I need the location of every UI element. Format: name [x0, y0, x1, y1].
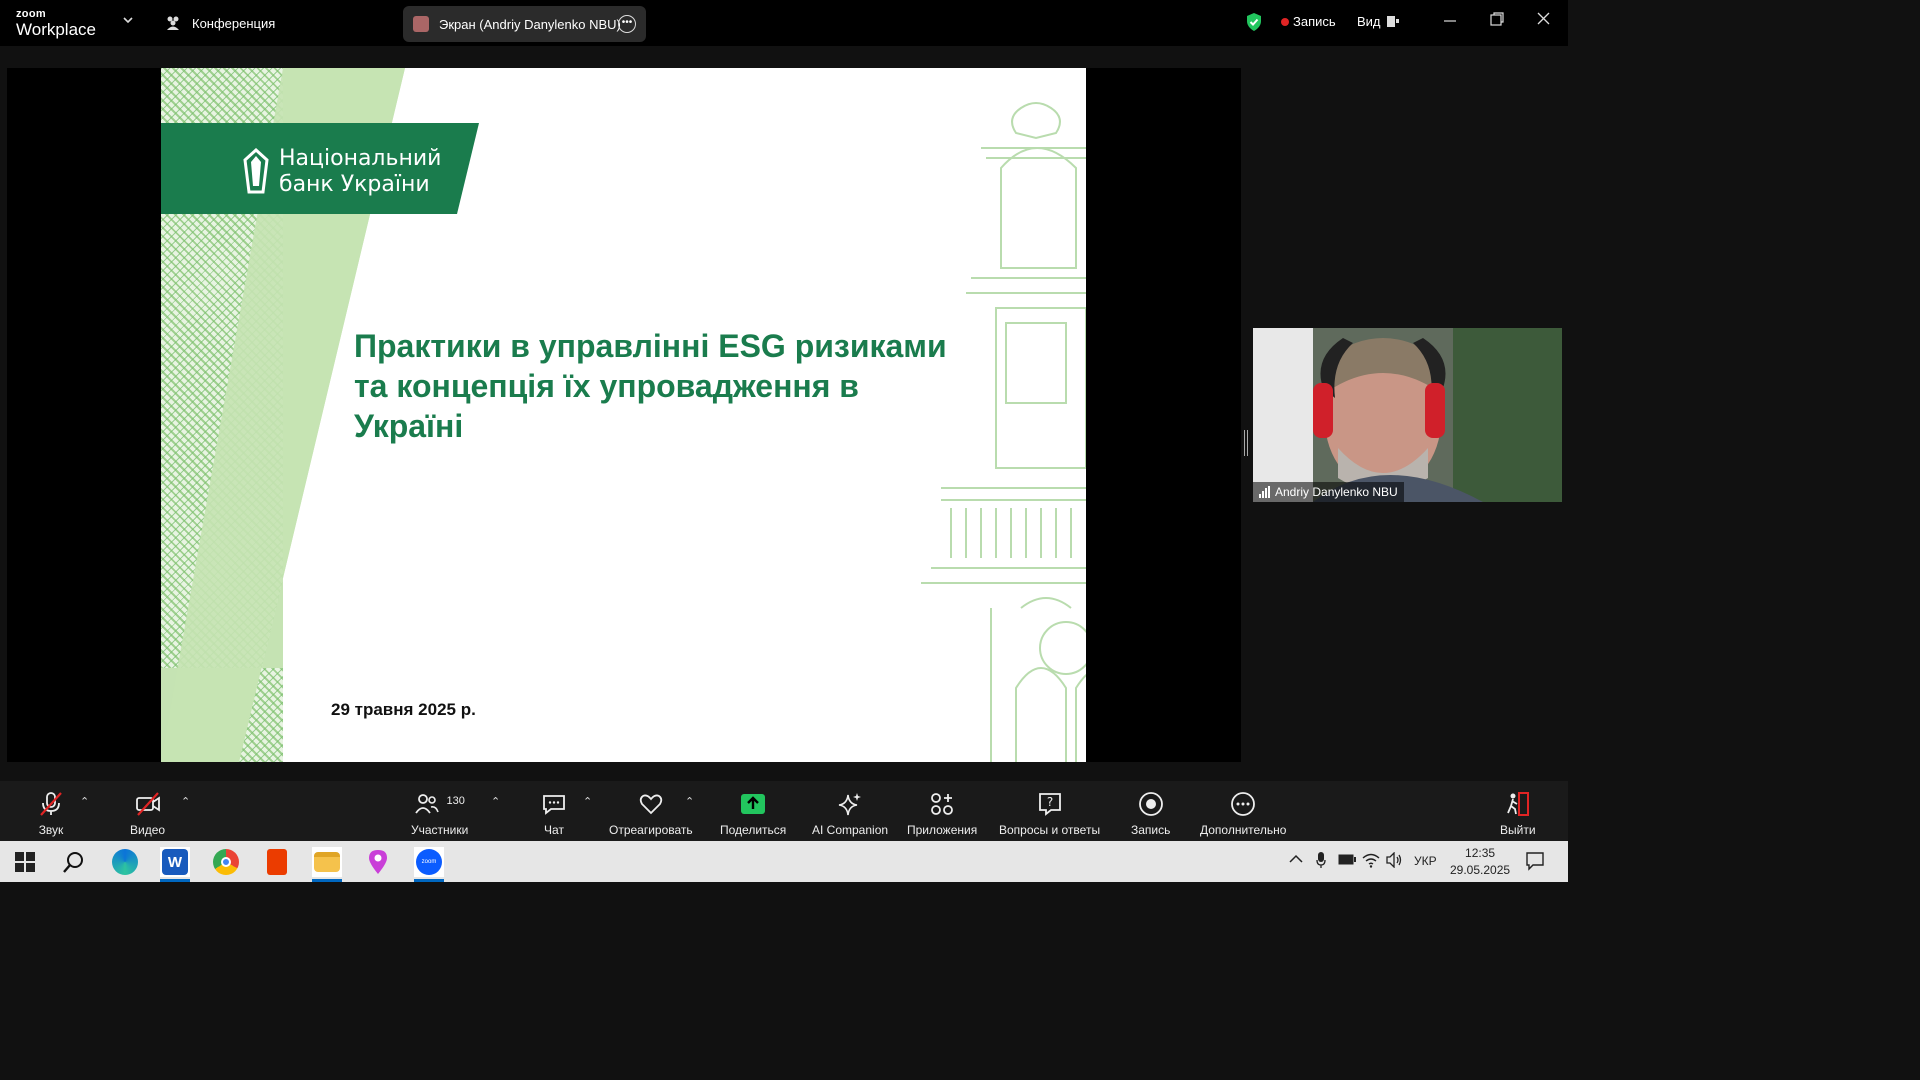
panel-resize-handle[interactable]: [1244, 430, 1248, 456]
edge-icon: [112, 849, 138, 875]
signal-strength-icon: [1259, 486, 1270, 498]
map-pin-icon: [369, 850, 387, 874]
meeting-menu[interactable]: Конференция: [164, 14, 275, 32]
record-button[interactable]: Запись: [1131, 791, 1170, 837]
minimize-button[interactable]: [1444, 12, 1456, 30]
audio-options-caret-icon[interactable]: ⌃: [80, 795, 89, 808]
participant-video[interactable]: Andriy Danylenko NBU: [1253, 328, 1562, 502]
nbu-emblem-icon: [243, 148, 269, 194]
taskbar-file-explorer[interactable]: [312, 847, 342, 882]
language-indicator[interactable]: УКР: [1414, 854, 1437, 868]
zoom-logo: zoom Workplace: [16, 8, 96, 39]
svg-text:?: ?: [1046, 795, 1052, 809]
presentation-slide: Національний банк України Практики в упр…: [161, 68, 1086, 762]
slide-date: 29 травня 2025 р.: [331, 700, 476, 719]
video-options-caret-icon[interactable]: ⌃: [181, 795, 190, 808]
audio-button[interactable]: Звук: [38, 791, 64, 837]
windows-taskbar: W zoom УКР 12:35 29.05.2025: [0, 841, 1568, 882]
participants-button[interactable]: 130 Участники: [411, 791, 468, 837]
view-layout-icon: [1387, 16, 1395, 27]
apps-button[interactable]: Приложения: [907, 791, 977, 837]
participants-group-icon: [167, 16, 179, 30]
notification-icon: [1526, 852, 1544, 871]
chevron-down-icon[interactable]: [122, 14, 134, 29]
screen-share-label: Экран (Andriy Danylenko NBU): [439, 16, 621, 32]
meeting-toolbar: Звук ⌃ Видео ⌃ 130 Участники ⌃ Чат ⌃ Отр…: [0, 781, 1568, 841]
question-icon: ?: [1038, 793, 1061, 816]
close-button[interactable]: [1537, 12, 1550, 30]
taskbar-chrome[interactable]: [211, 847, 241, 877]
microphone-muted-icon: [40, 792, 62, 816]
qa-button[interactable]: ? Вопросы и ответы: [999, 791, 1100, 837]
notifications-button[interactable]: [1525, 851, 1545, 874]
sparkle-icon: [838, 793, 862, 816]
leave-button[interactable]: Выйти: [1500, 791, 1536, 837]
start-button[interactable]: [10, 847, 40, 877]
taskbar-edge[interactable]: [110, 847, 140, 877]
view-button[interactable]: Вид: [1357, 14, 1381, 29]
office-icon: [267, 849, 287, 875]
screen-share-indicator[interactable]: Экран (Andriy Danylenko NBU) •••: [403, 6, 646, 42]
show-hidden-icons-button[interactable]: [1289, 853, 1303, 867]
volume-icon[interactable]: [1386, 851, 1404, 871]
encryption-shield-icon[interactable]: [1245, 12, 1263, 37]
video-button[interactable]: Видео: [130, 791, 165, 837]
microphone-tray-icon[interactable]: [1316, 851, 1326, 872]
more-button[interactable]: Дополнительно: [1200, 791, 1286, 837]
react-caret-icon[interactable]: ⌃: [685, 795, 694, 808]
participants-icon: [415, 794, 440, 814]
taskbar-maps[interactable]: [363, 847, 393, 877]
meeting-label: Конференция: [192, 15, 276, 31]
chat-caret-icon[interactable]: ⌃: [583, 795, 592, 808]
taskbar-word[interactable]: W: [160, 847, 190, 882]
heart-icon: [639, 794, 663, 815]
apps-icon: [931, 793, 954, 815]
more-options-icon[interactable]: •••: [618, 15, 636, 33]
slide-title: Практики в управлінні ESG ризиками та ко…: [354, 328, 947, 444]
windows-logo-icon: [15, 852, 35, 872]
chevron-up-icon: [1289, 854, 1303, 863]
nbu-logo-text: Національний банк України: [279, 146, 442, 197]
word-icon: W: [162, 849, 188, 875]
participants-caret-icon[interactable]: ⌃: [491, 795, 500, 808]
zoom-icon: zoom: [416, 849, 442, 875]
taskbar-office[interactable]: [262, 847, 292, 877]
restore-button[interactable]: [1490, 12, 1504, 31]
share-screen-icon: [741, 794, 766, 814]
chat-icon: [543, 795, 565, 815]
wifi-icon[interactable]: [1362, 852, 1380, 871]
camera-off-icon: [135, 792, 160, 816]
react-button[interactable]: Отреагировать: [609, 791, 693, 837]
battery-icon[interactable]: [1338, 854, 1356, 868]
view-layout-icon-small: [1396, 19, 1399, 23]
participants-count: 130: [446, 795, 465, 807]
leave-icon: [1506, 792, 1529, 816]
share-screen-button[interactable]: Поделиться: [720, 791, 786, 837]
chrome-icon: [213, 849, 239, 875]
recording-dot-icon: [1281, 18, 1289, 26]
video-feed: [1253, 328, 1562, 502]
recording-indicator[interactable]: Запись: [1293, 14, 1336, 29]
more-icon: [1231, 792, 1256, 816]
folder-icon: [314, 852, 340, 872]
system-clock[interactable]: 12:35 29.05.2025: [1450, 845, 1510, 879]
record-icon: [1138, 792, 1163, 816]
top-bar: zoom Workplace Конференция Экран (Andriy…: [0, 0, 1568, 46]
chat-button[interactable]: Чат: [541, 791, 567, 837]
taskbar-zoom[interactable]: zoom: [414, 847, 444, 882]
avatar: [413, 16, 429, 32]
search-button[interactable]: [59, 847, 89, 877]
search-icon: [63, 852, 83, 873]
ai-companion-button[interactable]: AI Companion: [812, 791, 888, 837]
participant-name-tag: Andriy Danylenko NBU: [1253, 482, 1404, 502]
